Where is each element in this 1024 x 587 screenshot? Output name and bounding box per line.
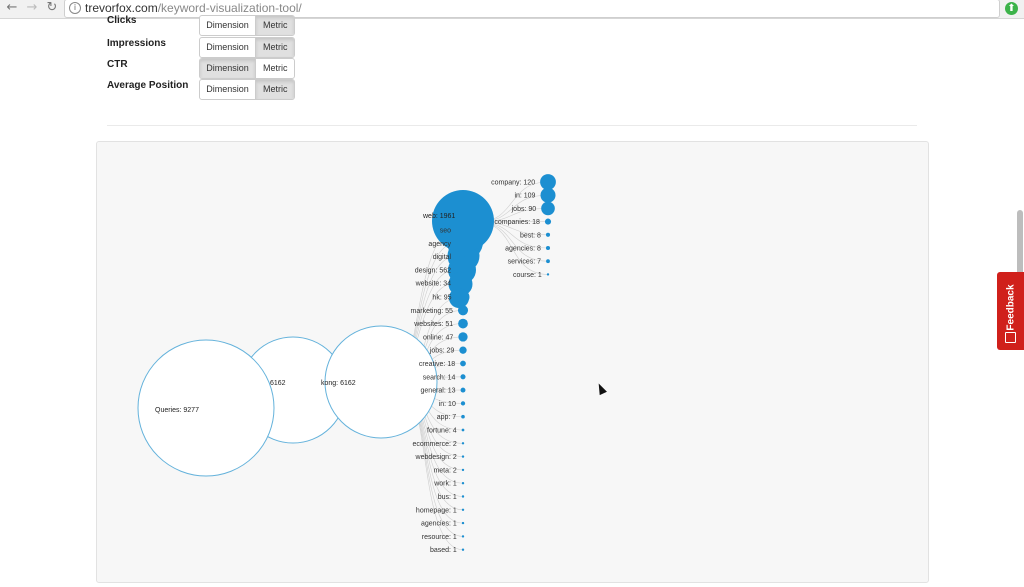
leaf-node[interactable] [462,482,464,484]
leaf-node[interactable] [458,332,467,341]
leaf-node[interactable] [460,361,466,367]
leaf-label: bus: 1 [438,494,457,501]
leaf-label: meta: 2 [433,467,456,474]
toggle-group: Dimension Metric [199,15,295,36]
leaf-label: services: 7 [508,259,542,266]
leaf-label: agencies: 8 [505,246,541,253]
leaf-label: design: 562 [415,267,451,274]
leaf-label: seo [440,228,451,235]
url-text: trevorfox.com/keyword-visualization-tool… [85,1,302,15]
leaf-node[interactable] [462,469,464,471]
leaf-label: work: 1 [433,481,457,488]
reload-icon[interactable]: ↻ [44,0,60,16]
leaf-node[interactable] [462,495,464,497]
leaf-node[interactable] [458,319,468,329]
metric-button[interactable]: Metric [256,16,294,35]
leaf-node[interactable] [462,535,464,537]
leaf-label: agencies: 1 [421,521,457,528]
bubble-tree-chart: Queries: 9277 6162 kong: 6162 web: 1961 … [97,142,928,582]
leaf-node[interactable] [461,401,465,405]
leaf-label: in: 109 [514,193,535,200]
leaf-label: course: 1 [513,272,542,279]
leaf-label: creative: 18 [419,361,455,368]
leaf-node[interactable] [459,347,466,354]
leaf-node[interactable] [546,246,550,250]
leaf-label: hk: 95 [432,295,451,302]
leaf-label: websites: 51 [413,321,453,328]
leaf-node[interactable] [546,259,550,263]
metric-label: Average Position [107,79,197,93]
leaf-node[interactable] [457,291,470,304]
leaf-label: resource: 1 [422,534,457,541]
leaf-label: companies: 18 [494,219,540,226]
leaf-node[interactable] [462,455,464,457]
leaf-label: based: 1 [430,547,457,554]
leaf-node[interactable] [541,202,555,216]
metric-button[interactable]: Metric [256,38,294,57]
middle-label: 6162 [270,380,286,387]
toggle-group: Dimension Metric [199,58,295,79]
leaf-label: app: 7 [437,414,457,421]
leaf-label: homepage: 1 [416,507,457,514]
leaf-label: jobs: 29 [429,348,455,355]
leaf-node[interactable] [462,522,464,524]
metric-button[interactable]: Metric [256,59,294,78]
back-icon[interactable]: ← [4,0,20,16]
leaf-node[interactable] [540,188,555,203]
leaf-node[interactable] [462,509,464,511]
leaf-label: best: 8 [520,232,541,239]
info-icon[interactable]: i [69,2,81,14]
leaf-label: fortune: 4 [427,428,457,435]
web-label: web: 1961 [422,213,455,220]
visualization-panel: Queries: 9277 6162 kong: 6162 web: 1961 … [96,141,929,583]
leaf-label: in: 10 [439,401,456,408]
forward-icon[interactable]: → [24,0,40,16]
leaf-node[interactable] [545,219,551,225]
dimension-button[interactable]: Dimension [200,16,256,35]
leaf-node[interactable] [458,305,468,315]
dimension-button[interactable]: Dimension [200,80,256,99]
leaf-label: digital [433,254,452,261]
leaf-label: search: 14 [423,374,456,381]
leaf-node[interactable] [547,273,549,275]
leaf-node[interactable] [462,442,464,444]
toggle-group: Dimension Metric [199,79,295,100]
leaf-label: ecommerce: 2 [412,441,456,448]
leaf-label: website: 34 [415,281,452,288]
leaf-node[interactable] [460,374,465,379]
leaf-node[interactable] [461,415,465,419]
leaf-label: agency [428,241,451,248]
feedback-button[interactable]: Feedback [997,272,1024,350]
leaf-node[interactable] [546,233,550,237]
metric-button[interactable]: Metric [256,80,294,99]
leaf-label: marketing: 55 [411,308,454,315]
toggle-group: Dimension Metric [199,37,295,58]
leaf-label: general: 13 [421,388,456,395]
url-host: trevorfox.com [85,1,158,15]
feedback-icon [1005,332,1016,343]
queries-label: Queries: 9277 [155,407,199,414]
metric-label: Impressions [107,37,197,51]
extension-icon[interactable]: ⬆ [1005,2,1018,15]
leaf-label: jobs: 90 [511,206,537,213]
leaf-label: company: 120 [491,180,535,187]
metric-label: CTR [107,58,197,72]
leaf-label: webdesign: 2 [415,454,457,461]
leaf-node[interactable] [462,549,464,551]
kong-label: kong: 6162 [321,380,356,387]
url-path: /keyword-visualization-tool/ [158,1,302,15]
metric-label: Clicks [107,14,197,28]
divider [107,125,917,126]
leaf-node[interactable] [462,429,465,432]
leaf-node[interactable] [540,174,556,190]
dimension-button[interactable]: Dimension [200,59,256,78]
leaf-label: online: 47 [423,334,453,341]
leaf-node[interactable] [461,388,466,393]
dimension-button[interactable]: Dimension [200,38,256,57]
